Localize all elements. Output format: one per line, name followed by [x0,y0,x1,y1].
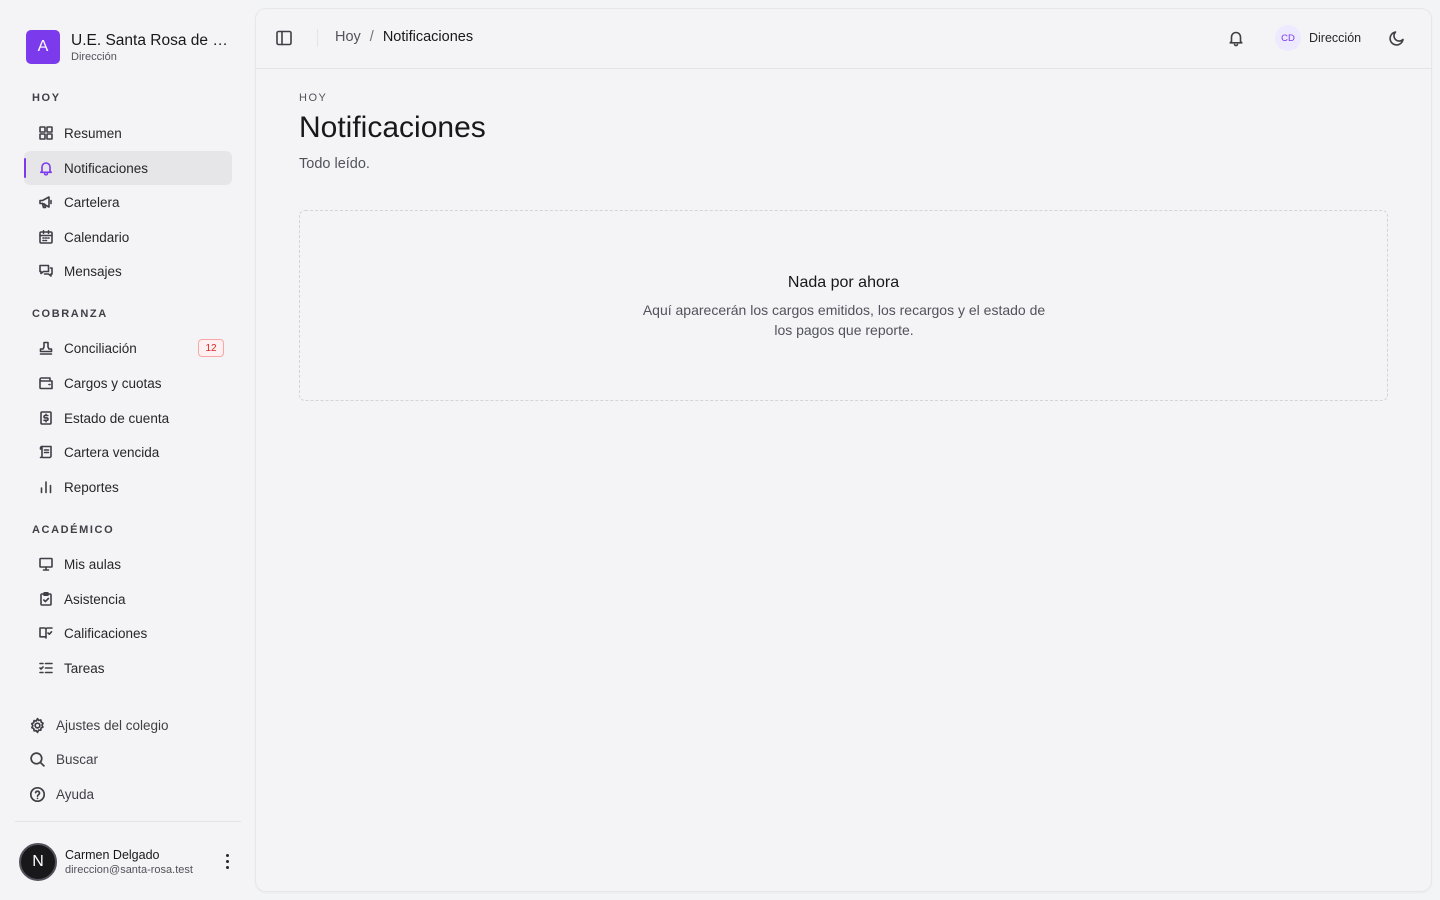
settings-link[interactable]: Ajustes del colegio [24,709,232,741]
sidebar-item-label: Cargos y cuotas [64,375,162,391]
sidebar-item-label: Tareas [64,660,105,676]
breadcrumb-current: Notificaciones [382,29,474,45]
brand-logo: A [26,30,60,64]
presentation-icon [37,556,54,573]
sidebar-item-estado-cuenta[interactable]: Estado de cuenta [24,401,232,435]
section-label-cobranza: COBRANZA [32,308,108,320]
header-user-name: Dirección [1309,31,1362,45]
sidebar-divider [15,821,241,822]
search-link[interactable]: Buscar [24,743,232,775]
clipboard-check-icon [37,591,54,608]
page-subtitle: Todo leído. [299,156,370,172]
help-circle-icon [28,785,46,803]
avatar: CD [1275,25,1301,51]
more-vertical-icon[interactable] [221,849,233,873]
sidebar: A U.E. Santa Rosa de Lima Dirección HOY … [0,0,256,900]
user-email: direccion@santa-rosa.test [65,863,193,876]
user-name: Carmen Delgado [65,847,160,862]
sidebar-item-calificaciones[interactable]: Calificaciones [24,616,232,650]
sidebar-item-reportes[interactable]: Reportes [24,470,232,504]
book-check-icon [37,625,54,642]
help-label: Ayuda [56,786,95,802]
sidebar-item-label: Cartelera [64,194,120,210]
sidebar-item-label: Notificaciones [64,160,149,176]
empty-state-description: Aquí aparecerán los cargos emitidos, los… [642,302,1046,338]
sidebar-item-cartera-vencida[interactable]: Cartera vencida [24,435,232,469]
divider [317,29,318,47]
sidebar-item-label: Calendario [64,229,130,245]
breadcrumb-link-hoy[interactable]: Hoy [335,29,361,45]
school-name: U.E. Santa Rosa de Lima [71,31,231,49]
empty-state-title: Nada por ahora [787,274,900,291]
breadcrumb-separator: / [369,29,374,45]
sidebar-toggle-icon[interactable] [275,29,293,47]
avatar: N [19,843,57,881]
gear-icon [28,716,46,734]
header-user-menu[interactable]: CD Dirección [1275,25,1361,51]
calendar-icon [37,229,54,246]
wallet-icon [37,375,54,392]
page-eyebrow: HOY [299,92,328,104]
section-label-hoy: HOY [32,92,61,104]
search-label: Buscar [56,751,99,767]
bell-icon [37,160,54,177]
sidebar-item-label: Reportes [64,479,119,495]
sidebar-item-label: Estado de cuenta [64,410,170,426]
bell-icon[interactable] [1227,29,1245,47]
megaphone-icon [37,194,54,211]
sidebar-item-calendario[interactable]: Calendario [24,220,232,254]
sidebar-item-label: Mensajes [64,263,122,279]
sidebar-item-label: Calificaciones [64,625,148,641]
scroll-icon [37,444,54,461]
sidebar-item-mis-aulas[interactable]: Mis aulas [24,547,232,581]
sidebar-item-label: Mis aulas [64,556,122,572]
sidebar-item-mensajes[interactable]: Mensajes [24,254,232,288]
sidebar-item-conciliacion[interactable]: Conciliación 12 [24,331,232,365]
breadcrumb: Hoy / Notificaciones [335,29,473,45]
topbar: Hoy / Notificaciones CD Dirección [256,9,1431,69]
sidebar-item-resumen[interactable]: Resumen [24,116,232,150]
user-profile[interactable]: N Carmen Delgado direccion@santa-rosa.te… [19,843,241,881]
chat-icon [37,263,54,280]
count-badge: 12 [198,339,224,357]
sidebar-item-label: Cartera vencida [64,444,160,460]
grid-icon [37,125,54,142]
sidebar-item-cartelera[interactable]: Cartelera [24,185,232,219]
settings-label: Ajustes del colegio [56,717,169,733]
moon-icon[interactable] [1388,29,1406,47]
main-panel: Hoy / Notificaciones CD Dirección HOY No… [256,9,1431,891]
sidebar-item-label: Conciliación [64,340,137,356]
section-label-academico: ACADÉMICO [32,524,115,536]
sidebar-item-label: Asistencia [64,591,126,607]
sidebar-item-cargos-cuotas[interactable]: Cargos y cuotas [24,366,232,400]
empty-state: Nada por ahora Aquí aparecerán los cargo… [299,210,1388,401]
page-title: Notificaciones [299,111,486,144]
list-todo-icon [37,660,54,677]
receipt-dollar-icon [37,410,54,427]
sidebar-item-asistencia[interactable]: Asistencia [24,582,232,616]
stamp-icon [37,340,54,357]
sidebar-item-notificaciones[interactable]: Notificaciones [24,151,232,185]
help-link[interactable]: Ayuda [24,778,232,810]
sidebar-item-label: Resumen [64,125,122,141]
search-icon [28,750,46,768]
brand[interactable]: A U.E. Santa Rosa de Lima Dirección [26,30,231,64]
role-label: Dirección [71,50,117,63]
bar-chart-icon [37,479,54,496]
sidebar-item-tareas[interactable]: Tareas [24,651,232,685]
